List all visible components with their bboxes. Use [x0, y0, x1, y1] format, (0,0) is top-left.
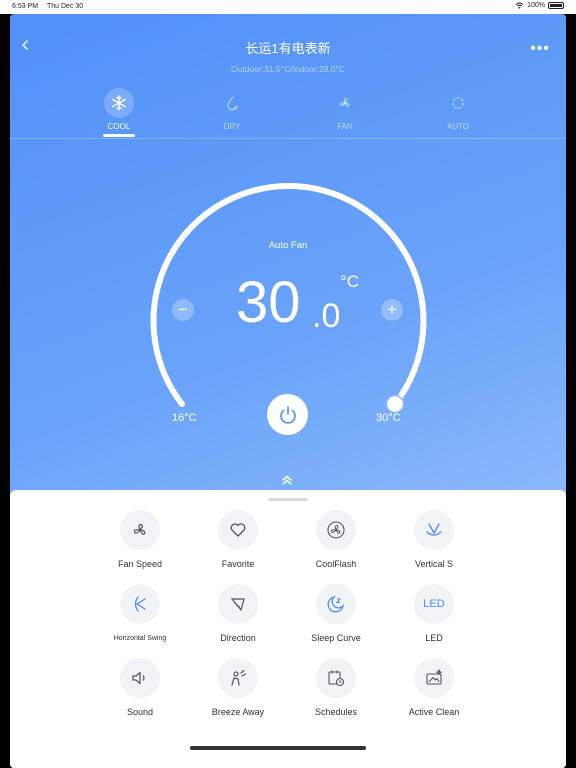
fan-mode-label: Auto Fan — [268, 240, 308, 251]
power-button[interactable] — [267, 394, 308, 435]
tab-cool[interactable]: COOL — [89, 88, 149, 137]
status-date: Thu Dec 30 — [47, 3, 84, 10]
droplet-icon — [217, 88, 247, 118]
tab-label: AUTO — [446, 122, 470, 131]
schedules-button[interactable]: Schedules — [288, 658, 384, 717]
tab-label: DRY — [223, 122, 241, 131]
sound-button[interactable]: Sound — [92, 658, 188, 717]
feature-label: Breeze Away — [211, 707, 265, 717]
coolflash-icon — [316, 510, 356, 550]
page-title: 长运1有电表新 — [245, 41, 331, 56]
vertical-swing-icon — [414, 510, 454, 550]
direction-button[interactable]: Direction — [190, 584, 286, 643]
sleep-curve-button[interactable]: Sleep Curve — [288, 584, 384, 643]
speaker-icon — [120, 658, 160, 698]
feature-panel: Fan Speed Favorite CoolFlash Vertical S … — [10, 490, 566, 768]
min-temperature-label: 16°C — [172, 412, 197, 424]
horizontal-swing-button[interactable]: Horizontal Swing — [92, 584, 188, 642]
temperature-readout: Outdoor:31.5°C/Indoor:29.0°C — [230, 64, 346, 74]
temperature-unit: °C — [340, 272, 360, 291]
led-icon: LED — [414, 584, 454, 624]
feature-label: Sleep Curve — [311, 633, 361, 643]
feature-label: Fan Speed — [117, 559, 163, 569]
breeze-away-icon — [218, 658, 258, 698]
temperature-dial: Auto Fan − + 30 .0 °C 16°C 30°C — [10, 164, 566, 484]
temperature-value: 30 — [236, 270, 301, 335]
tab-fan[interactable]: FAN — [315, 88, 375, 131]
active-clean-button[interactable]: Active Clean — [386, 658, 482, 717]
feature-label: Direction — [220, 633, 256, 643]
app-window: 长运1有电表新 ••• Outdoor:31.5°C/Indoor:29.0°C… — [10, 14, 566, 768]
divider — [10, 138, 566, 139]
fan-speed-button[interactable]: Fan Speed — [92, 510, 188, 569]
breeze-away-button[interactable]: Breeze Away — [190, 658, 286, 717]
feature-label: Favorite — [221, 559, 255, 569]
power-icon — [279, 405, 296, 424]
temperature-decimal: .0 — [312, 297, 341, 335]
heart-icon — [218, 510, 258, 550]
feature-label: Active Clean — [408, 707, 460, 717]
header: 长运1有电表新 ••• — [10, 14, 566, 62]
feature-label: Sound — [126, 707, 154, 717]
direction-icon — [218, 584, 258, 624]
feature-label: CoolFlash — [315, 559, 357, 569]
battery-icon — [548, 2, 564, 9]
battery-percent: 100% — [527, 2, 545, 9]
feature-label: Horizontal Swing — [113, 635, 167, 642]
feature-label: Vertical S — [414, 559, 454, 569]
status-time: 6:53 PM — [12, 3, 39, 10]
dial-knob[interactable] — [385, 394, 405, 414]
favorite-button[interactable]: Favorite — [190, 510, 286, 569]
chevrons-up-icon[interactable] — [280, 474, 294, 486]
snowflake-icon — [104, 88, 134, 118]
more-dots-icon[interactable]: ••• — [530, 40, 550, 58]
tab-auto[interactable]: AUTO — [428, 88, 488, 131]
coolflash-button[interactable]: CoolFlash — [288, 510, 384, 569]
tab-label: COOL — [107, 122, 131, 131]
tab-label: FAN — [337, 122, 353, 131]
feature-label: Schedules — [314, 707, 358, 717]
vertical-swing-button[interactable]: Vertical S — [386, 510, 482, 569]
max-temperature-label: 30°C — [376, 412, 401, 424]
auto-cycle-icon — [443, 88, 473, 118]
fan-icon — [330, 88, 360, 118]
wifi-icon — [515, 2, 524, 9]
calendar-clock-icon — [316, 658, 356, 698]
mode-tabs: COOL DRY FAN AUTO — [10, 88, 566, 140]
decrease-temperature-button[interactable]: − — [172, 299, 194, 321]
active-clean-icon — [414, 658, 454, 698]
home-indicator[interactable] — [190, 746, 366, 750]
status-right: 100% — [515, 2, 564, 9]
led-icon-text: LED — [423, 598, 445, 610]
horizontal-swing-icon — [120, 584, 160, 624]
active-tab-indicator — [103, 134, 135, 137]
tab-dry[interactable]: DRY — [202, 88, 262, 131]
led-button[interactable]: LED LED — [386, 584, 482, 643]
status-bar: 6:53 PM Thu Dec 30 100% — [0, 0, 576, 14]
moon-icon — [316, 584, 356, 624]
feature-label: LED — [425, 633, 443, 643]
increase-temperature-button[interactable]: + — [381, 299, 403, 321]
drag-handle[interactable] — [268, 498, 308, 501]
fan-speed-icon — [120, 510, 160, 550]
